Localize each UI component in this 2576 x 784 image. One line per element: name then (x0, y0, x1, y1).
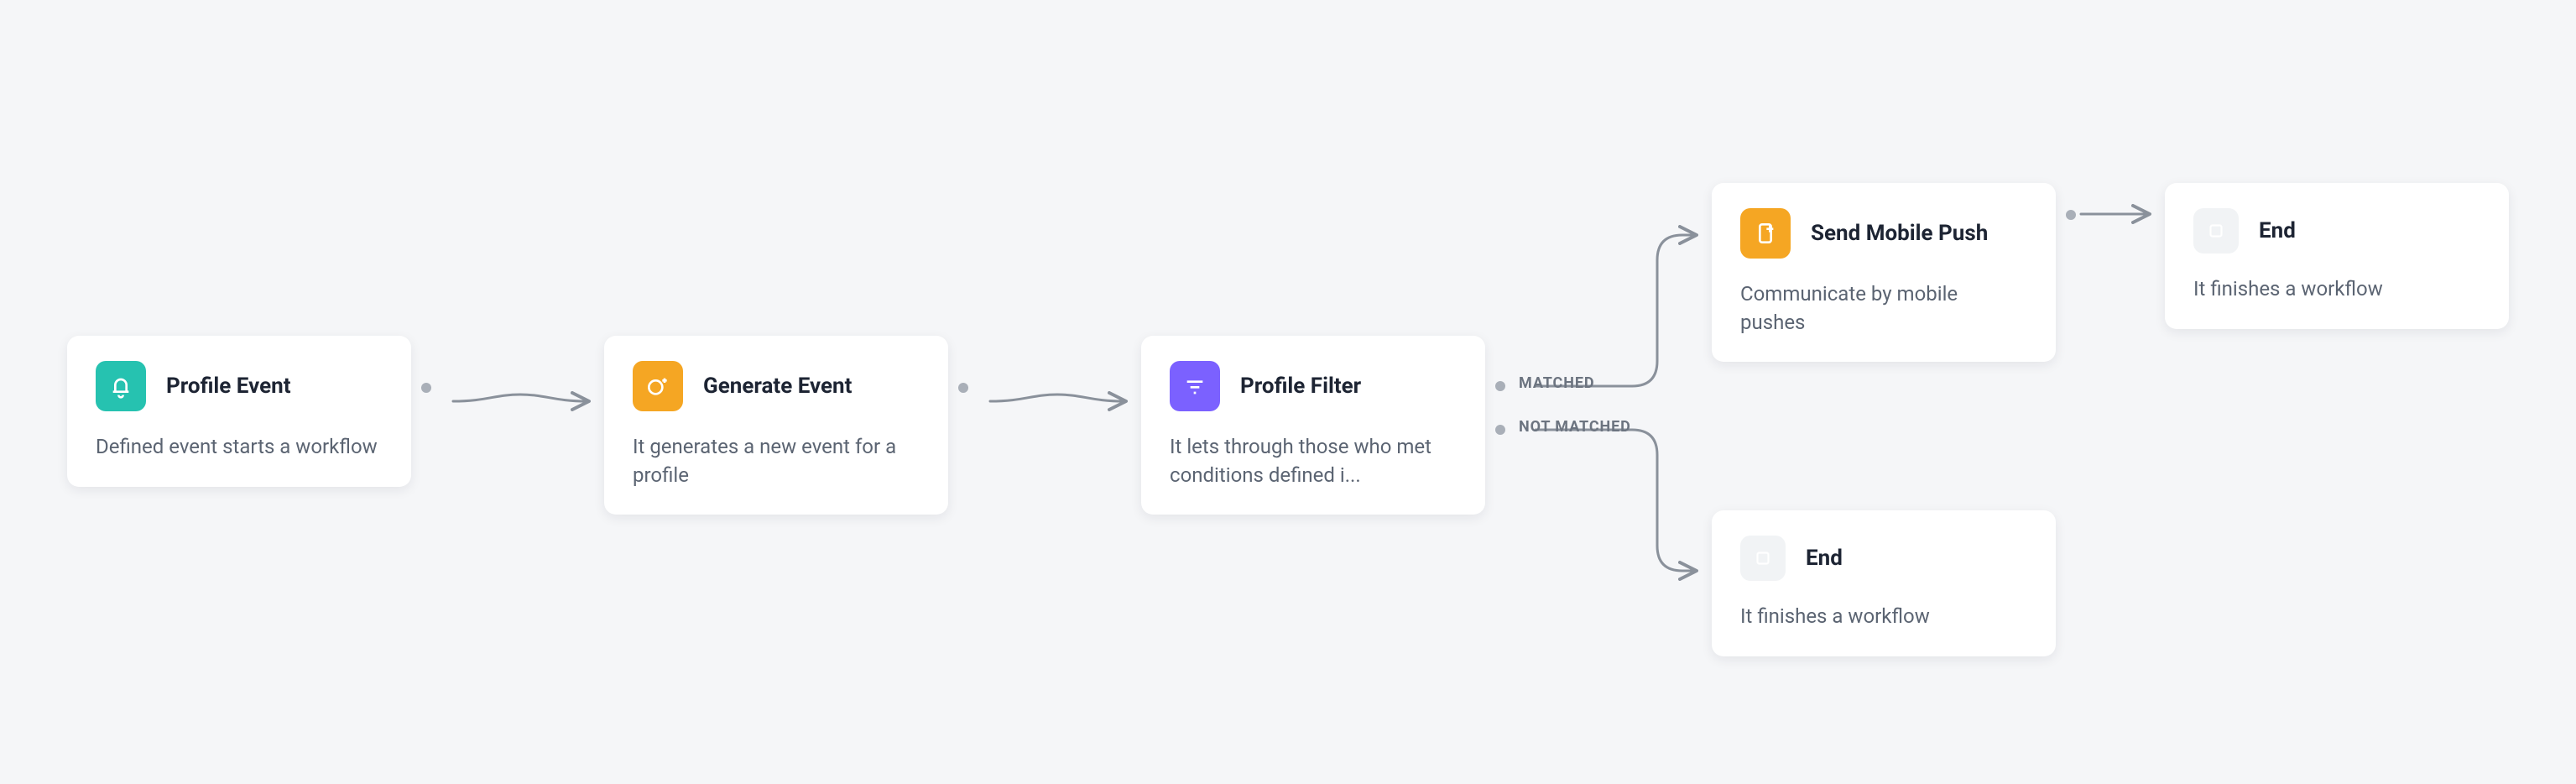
filter-icon (1170, 361, 1220, 411)
node-output-port-not-matched[interactable] (1495, 425, 1505, 435)
node-end-bottom[interactable]: End It finishes a workflow (1712, 510, 2056, 656)
node-description: It generates a new event for a profile (633, 433, 920, 489)
node-output-port-matched[interactable] (1495, 381, 1505, 391)
node-title: Profile Event (166, 374, 291, 399)
workflow-canvas[interactable]: Profile Event Defined event starts a wor… (0, 0, 2576, 784)
branch-label-matched: MATCHED (1519, 374, 1594, 392)
node-title: Generate Event (703, 374, 852, 399)
node-output-port[interactable] (2066, 210, 2076, 220)
node-generate-event[interactable]: Generate Event It generates a new event … (604, 336, 948, 515)
generate-event-icon (633, 361, 683, 411)
node-title: Send Mobile Push (1811, 221, 1988, 246)
node-end-top[interactable]: End It finishes a workflow (2165, 183, 2509, 329)
node-output-port[interactable] (958, 383, 968, 393)
node-description: Defined event starts a workflow (96, 433, 383, 462)
bell-icon (96, 361, 146, 411)
node-description: It finishes a workflow (1740, 603, 2027, 631)
branch-label-not-matched: NOT MATCHED (1519, 418, 1631, 436)
node-description: It lets through those who met conditions… (1170, 433, 1457, 489)
node-profile-event[interactable]: Profile Event Defined event starts a wor… (67, 336, 411, 487)
mobile-push-icon (1740, 208, 1791, 259)
node-send-mobile-push[interactable]: Send Mobile Push Communicate by mobile p… (1712, 183, 2056, 362)
node-title: End (1806, 546, 1843, 571)
node-profile-filter[interactable]: Profile Filter It lets through those who… (1141, 336, 1485, 515)
node-description: Communicate by mobile pushes (1740, 280, 2027, 337)
stop-icon (2193, 208, 2239, 253)
node-output-port[interactable] (421, 383, 431, 393)
node-description: It finishes a workflow (2193, 275, 2480, 304)
node-title: End (2259, 218, 2296, 243)
node-title: Profile Filter (1240, 374, 1361, 399)
stop-icon (1740, 536, 1786, 581)
